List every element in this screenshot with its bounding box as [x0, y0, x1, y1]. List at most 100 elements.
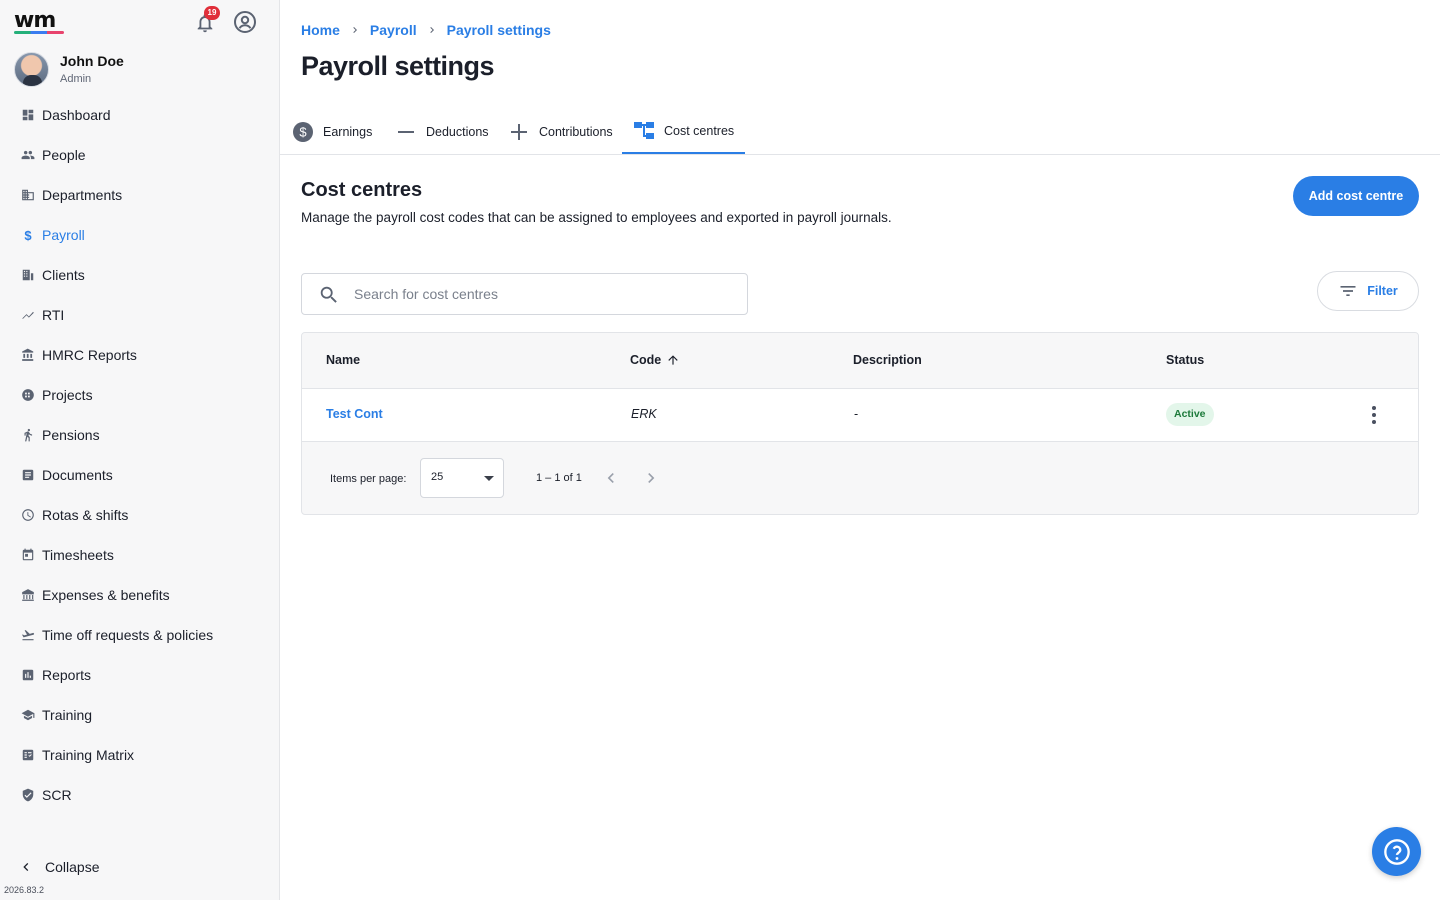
avatar	[14, 52, 49, 87]
sidebar-item-clients[interactable]: Clients	[0, 255, 279, 295]
sidebar-item-label: Reports	[42, 667, 92, 683]
sidebar-item-label: RTI	[42, 307, 65, 323]
collapse-sidebar-button[interactable]: Collapse	[18, 856, 99, 878]
pensions-icon	[21, 428, 35, 442]
sidebar-item-departments[interactable]: Departments	[0, 175, 279, 215]
cost-centre-code: ERK	[631, 407, 657, 421]
sidebar: wm 19 John Doe Admin Dashboard People De…	[0, 0, 280, 900]
tab-label: Earnings	[323, 125, 373, 139]
filter-icon	[1340, 286, 1356, 296]
arrow-up-icon	[668, 355, 678, 365]
filter-label: Filter	[1367, 284, 1398, 298]
items-per-page-label: Items per page:	[330, 473, 407, 485]
sidebar-item-label: Rotas & shifts	[42, 507, 129, 523]
sidebar-item-documents[interactable]: Documents	[0, 455, 279, 495]
sidebar-item-dashboard[interactable]: Dashboard	[0, 95, 279, 135]
sidebar-item-reports[interactable]: Reports	[0, 655, 279, 695]
settings-tabs: $ Earnings Deductions Contributions Cost…	[280, 110, 1440, 155]
cost-centre-name-link[interactable]: Test Cont	[326, 407, 383, 421]
app-logo[interactable]: wm	[14, 8, 66, 34]
sidebar-item-label: Departments	[42, 187, 123, 203]
items-per-page-value: 25	[431, 471, 444, 483]
sidebar-item-rti[interactable]: RTI	[0, 295, 279, 335]
column-header-name[interactable]: Name	[326, 353, 360, 367]
column-header-code[interactable]: Code	[630, 353, 680, 367]
sidebar-item-training-matrix[interactable]: Training Matrix	[0, 735, 279, 775]
dollar-icon: $	[24, 227, 32, 243]
section-title: Cost centres	[301, 179, 423, 201]
notifications-badge: 19	[204, 6, 220, 20]
items-per-page-select[interactable]: 25	[420, 458, 504, 498]
filter-button[interactable]: Filter	[1317, 271, 1419, 311]
tab-label: Cost centres	[664, 124, 735, 138]
caret-down-icon	[484, 476, 494, 481]
sidebar-item-payroll[interactable]: $ Payroll	[0, 215, 279, 255]
column-header-status[interactable]: Status	[1166, 353, 1204, 367]
clients-icon	[21, 268, 35, 282]
previous-page-icon[interactable]	[601, 468, 621, 488]
sidebar-item-pensions[interactable]: Pensions	[0, 415, 279, 455]
sidebar-item-label: Timesheets	[42, 547, 114, 563]
tab-label: Deductions	[426, 125, 489, 139]
search-input[interactable]	[354, 274, 734, 314]
add-cost-centre-button[interactable]: Add cost centre	[1293, 176, 1419, 216]
sidebar-item-label: Projects	[42, 387, 93, 403]
breadcrumb-payroll-settings[interactable]: Payroll settings	[447, 22, 551, 38]
sidebar-item-hmrc-reports[interactable]: HMRC Reports	[0, 335, 279, 375]
projects-icon	[21, 388, 35, 402]
sidebar-item-label: Payroll	[42, 227, 85, 243]
status-badge: Active	[1166, 403, 1214, 426]
table-row[interactable]: Test Cont ERK - Active	[302, 389, 1418, 442]
sidebar-item-label: Pensions	[42, 427, 100, 443]
page-title: Payroll settings	[301, 51, 495, 81]
breadcrumb-payroll[interactable]: Payroll	[370, 22, 417, 38]
pagination: Items per page: 25 1 – 1 of 1	[302, 443, 1418, 514]
user-name: John Doe	[60, 53, 124, 69]
expenses-icon	[21, 588, 35, 602]
dashboard-icon	[21, 108, 35, 122]
people-icon	[21, 148, 35, 162]
cost-centre-description: -	[854, 407, 859, 421]
reports-icon	[21, 668, 35, 682]
sidebar-item-time-off[interactable]: Time off requests & policies	[0, 615, 279, 655]
next-page-icon[interactable]	[641, 468, 661, 488]
sidebar-item-projects[interactable]: Projects	[0, 375, 279, 415]
sidebar-item-expenses-benefits[interactable]: Expenses & benefits	[0, 575, 279, 615]
breadcrumb-home[interactable]: Home	[301, 22, 340, 38]
sidebar-item-rotas-shifts[interactable]: Rotas & shifts	[0, 495, 279, 535]
sidebar-item-label: SCR	[42, 787, 72, 803]
account-icon[interactable]	[233, 10, 257, 34]
column-header-label: Code	[630, 353, 662, 367]
sidebar-item-people[interactable]: People	[0, 135, 279, 175]
user-profile[interactable]: John Doe Admin	[14, 52, 264, 88]
search-box	[301, 273, 748, 315]
sidebar-item-scr[interactable]: SCR	[0, 775, 279, 815]
plane-icon	[21, 628, 35, 642]
search-icon	[320, 286, 337, 303]
tab-contributions[interactable]: Contributions	[508, 110, 613, 154]
sidebar-item-label: Clients	[42, 267, 85, 283]
logo-underline	[14, 31, 64, 34]
main-content: Home Payroll Payroll settings Payroll se…	[280, 0, 1440, 900]
table-header: Name Code Description Status	[302, 333, 1418, 389]
tab-cost-centres[interactable]: Cost centres	[622, 110, 746, 154]
section-description: Manage the payroll cost codes that can b…	[301, 210, 892, 225]
calendar-icon	[21, 548, 35, 562]
plus-icon	[508, 121, 530, 143]
graduation-icon	[21, 708, 35, 722]
app-version: 2026.83.2	[4, 885, 45, 895]
logo-text: wm	[14, 8, 56, 33]
sidebar-item-label: People	[42, 147, 86, 163]
chevron-left-icon	[23, 863, 29, 871]
sidebar-item-timesheets[interactable]: Timesheets	[0, 535, 279, 575]
chevron-right-icon	[429, 27, 434, 33]
sidebar-item-training[interactable]: Training	[0, 695, 279, 735]
help-button[interactable]	[1372, 827, 1421, 876]
more-options-icon[interactable]	[1362, 403, 1386, 427]
user-role: Admin	[60, 73, 92, 85]
tab-earnings[interactable]: $ Earnings	[292, 110, 372, 154]
column-header-description[interactable]: Description	[853, 353, 922, 367]
trend-icon	[21, 308, 35, 322]
dollar-circle-icon: $	[292, 121, 314, 143]
tab-deductions[interactable]: Deductions	[395, 110, 489, 154]
